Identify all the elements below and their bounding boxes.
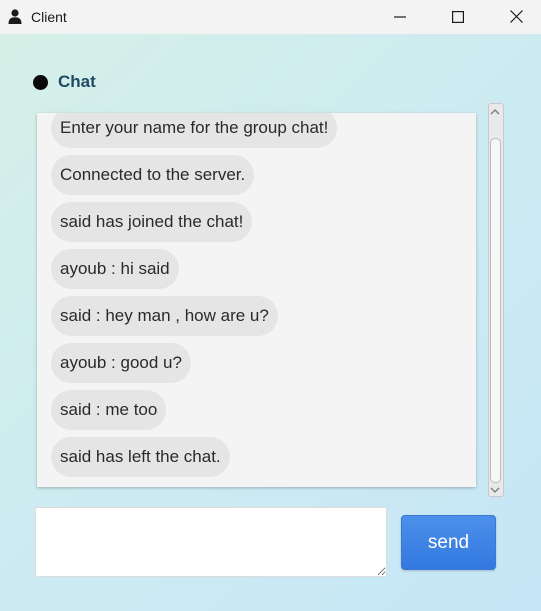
chat-title: Chat [58,72,96,91]
message-bubble: said has joined the chat! [51,202,253,242]
chat-window-body: Chat Enter your name for the group chat!… [0,34,541,611]
close-icon [509,8,523,27]
messages-panel[interactable]: Enter your name for the group chat! Conn… [37,113,476,487]
message-bubble: said : hey man , how are u? [51,296,278,336]
send-button[interactable]: send [401,515,496,570]
maximize-icon [452,8,465,27]
messages-scrollbar[interactable] [487,101,504,498]
message-input[interactable] [35,507,387,577]
close-button[interactable] [487,0,541,34]
message-list: Enter your name for the group chat! Conn… [37,113,476,477]
chat-header: Chat [33,71,96,93]
status-dot [33,74,48,90]
title-bar: Client [0,0,541,34]
scroll-thumb[interactable] [490,138,501,483]
scroll-down-arrow-icon[interactable] [489,481,501,493]
minimize-button[interactable] [371,0,429,34]
user-icon [8,9,22,24]
message-bubble: ayoub : hi said [51,249,179,289]
maximize-button[interactable] [429,0,487,34]
message-bubble: said : me too [51,390,167,430]
message-bubble: said has left the chat. [51,437,230,477]
message-bubble: Enter your name for the group chat! [51,113,338,148]
message-bubble: Connected to the server. [51,155,255,195]
window-title: Client [31,9,67,25]
minimize-icon [394,8,406,27]
message-bubble: ayoub : good u? [51,343,191,383]
scroll-up-arrow-icon[interactable] [489,103,501,115]
